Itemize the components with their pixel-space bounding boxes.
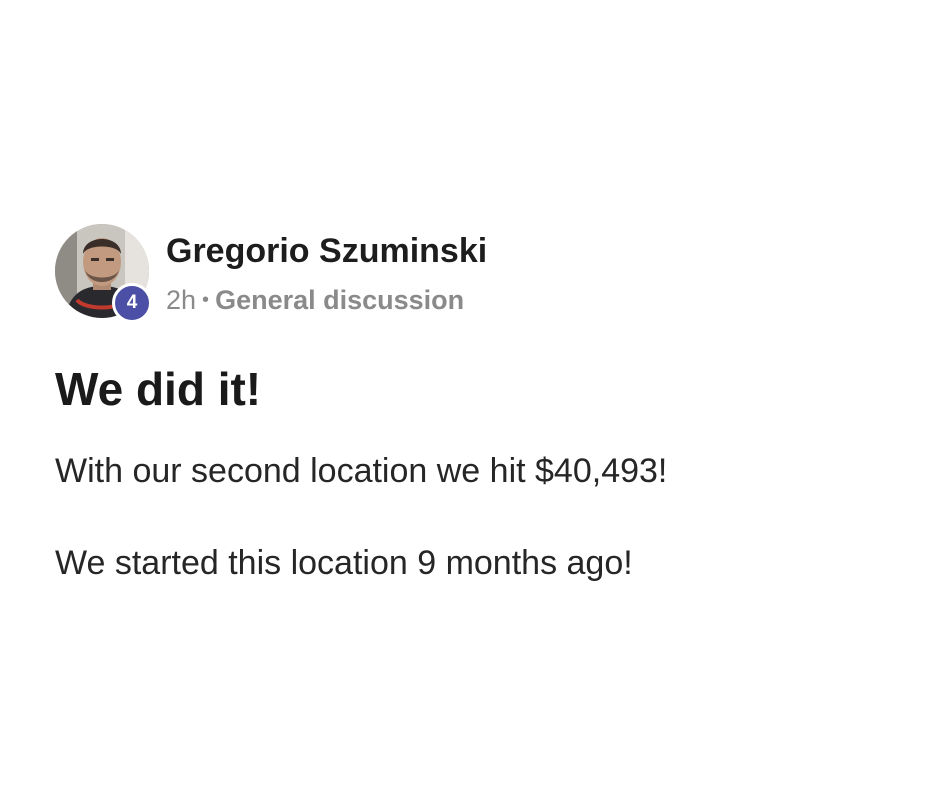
- post-body: With our second location we hit $40,493!…: [55, 454, 667, 638]
- post-body-paragraph: We started this location 9 months ago!: [55, 544, 633, 582]
- post-category-link[interactable]: General discussion: [215, 285, 464, 315]
- level-badge: 4: [112, 283, 152, 323]
- post-meta: 2h • General discussion: [166, 285, 464, 316]
- post-body-paragraph: With our second location we hit $40,493!: [55, 452, 668, 490]
- author-avatar[interactable]: 4: [55, 224, 152, 323]
- meta-separator: •: [202, 289, 210, 311]
- post-header: 4 Gregorio Szuminski 2h • General discussi…: [55, 224, 915, 323]
- author-name[interactable]: Gregorio Szuminski: [166, 232, 487, 271]
- post-title: We did it!: [55, 363, 262, 415]
- post: 4 Gregorio Szuminski 2h • General discussi…: [55, 224, 915, 580]
- post-time: 2h: [166, 285, 197, 315]
